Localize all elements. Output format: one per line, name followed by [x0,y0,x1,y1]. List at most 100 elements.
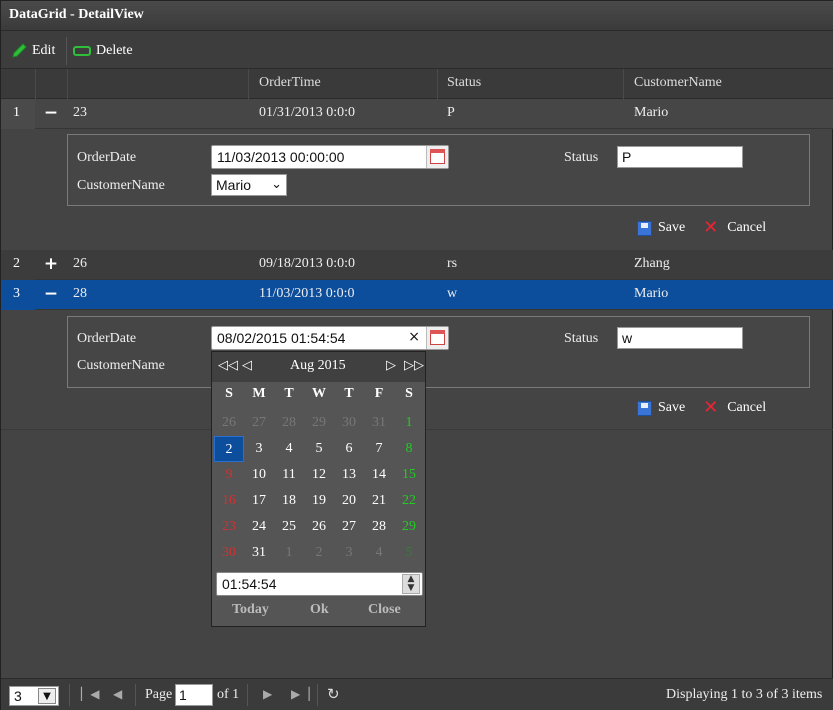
calendar-day[interactable]: 3 [334,540,364,566]
close-button[interactable]: Close [368,602,401,618]
column-header-status[interactable]: Status [447,75,481,91]
edit-button[interactable]: Edit [11,41,55,61]
refresh-icon[interactable]: ↻ [327,685,340,703]
calendar-icon[interactable] [426,327,448,349]
calendar-day[interactable]: 19 [304,488,334,514]
calendar-day[interactable]: 25 [274,514,304,540]
row-collapse-toggle[interactable]: − [35,280,67,310]
header-divider [623,69,624,99]
page-size-value: 3 [14,688,22,704]
toolbar: Edit Delete [1,31,833,69]
orderdate-input-focused[interactable]: 08/02/2015 01:54:54 × [211,326,449,350]
header-divider [437,69,438,99]
calendar-day[interactable]: 10 [244,462,274,488]
calendar-day[interactable]: 26 [214,410,244,436]
customername-label: CustomerName [77,178,165,193]
next-year-icon[interactable]: ▷▷ [404,358,424,373]
cell-id: 26 [73,256,87,271]
today-button[interactable]: Today [232,602,269,618]
calendar-day[interactable]: 28 [364,514,394,540]
cell-customername: Zhang [634,256,670,271]
ok-button[interactable]: Ok [310,602,329,618]
calendar-day-selected[interactable]: 2 [214,436,244,462]
calendar-day[interactable]: 29 [304,410,334,436]
save-button[interactable]: Save [658,220,685,236]
calendar-day[interactable]: 4 [364,540,394,566]
prev-page-icon[interactable]: ◀ [113,687,122,701]
status-input[interactable]: P [617,146,743,168]
day-of-week-label: S [225,386,233,401]
column-header-customername[interactable]: CustomerName [634,75,722,91]
day-of-week-label: W [312,386,326,401]
page-number-input[interactable]: 1 [175,684,213,706]
calendar-day[interactable]: 31 [244,540,274,566]
calendar-day[interactable]: 6 [334,436,364,462]
calendar-day[interactable]: 12 [304,462,334,488]
row-expand-toggle[interactable]: + [35,250,67,280]
cell-customername: Mario [634,286,669,301]
status-input[interactable]: w [617,327,743,349]
table-row-selected[interactable]: 3 − 28 11/03/2013 0:0:0 w Mario [1,280,833,310]
calendar-icon[interactable] [426,146,448,168]
toolbar-separator [66,37,67,65]
save-button[interactable]: Save [658,400,685,416]
calendar-day[interactable]: 22 [394,488,424,514]
calendar-day[interactable]: 18 [274,488,304,514]
cancel-button[interactable]: Cancel [727,400,766,416]
calendar-day[interactable]: 28 [274,410,304,436]
panel-title: DataGrid - DetailView [1,1,833,31]
save-icon [637,220,652,236]
calendar-day[interactable]: 31 [364,410,394,436]
last-page-icon[interactable]: ▶▕ [291,687,309,701]
calendar-day[interactable]: 5 [304,436,334,462]
calendar-day[interactable]: 24 [244,514,274,540]
calendar-day[interactable]: 4 [274,436,304,462]
column-header-ordertime[interactable]: OrderTime [259,75,321,91]
first-page-icon[interactable]: ▏◀ [81,687,99,701]
calendar-day[interactable]: 11 [274,462,304,488]
calendar-day[interactable]: 16 [214,488,244,514]
calendar-day[interactable]: 8 [394,436,424,462]
clear-icon[interactable]: × [408,329,420,345]
cancel-button[interactable]: Cancel [727,220,766,236]
orderdate-label: OrderDate [77,331,137,346]
calendar-month-title[interactable]: Aug 2015 [290,358,346,374]
calendar-day[interactable]: 26 [304,514,334,540]
customername-select[interactable]: Mario ⌄ [211,174,287,196]
calendar-day[interactable]: 5 [394,540,424,566]
calendar-day[interactable]: 3 [244,436,274,462]
next-page-icon[interactable]: ▶ [263,687,272,701]
calendar-day[interactable]: 13 [334,462,364,488]
spinner-arrows-icon[interactable]: ▲ ▼ [402,574,420,594]
prev-year-icon[interactable]: ◁◁ [218,358,238,373]
calendar-day[interactable]: 27 [334,514,364,540]
calendar-day[interactable]: 17 [244,488,274,514]
calendar-day[interactable]: 9 [214,462,244,488]
calendar-day[interactable]: 20 [334,488,364,514]
row-collapse-toggle[interactable]: − [35,99,67,129]
page-size-select[interactable]: 3 ▼ [9,686,59,706]
time-value: 01:54:54 [222,576,277,592]
calendar-day[interactable]: 2 [304,540,334,566]
edit-label: Edit [32,43,56,58]
table-row[interactable]: 1 − 23 01/31/2013 0:0:0 P Mario [1,99,833,129]
calendar-day[interactable]: 1 [274,540,304,566]
calendar-day[interactable]: 21 [364,488,394,514]
time-spinner-input[interactable]: 01:54:54 ▲ ▼ [216,572,423,596]
calendar-day[interactable]: 27 [244,410,274,436]
prev-month-icon[interactable]: ◁ [242,358,252,373]
calendar-day[interactable]: 30 [334,410,364,436]
cell-status: P [447,105,455,120]
table-row[interactable]: 2 + 26 09/18/2013 0:0:0 rs Zhang [1,250,833,280]
calendar-day[interactable]: 23 [214,514,244,540]
calendar-day[interactable]: 14 [364,462,394,488]
calendar-day[interactable]: 7 [364,436,394,462]
next-month-icon[interactable]: ▷ [386,358,396,373]
delete-label: Delete [96,43,133,58]
calendar-day[interactable]: 15 [394,462,424,488]
calendar-day[interactable]: 29 [394,514,424,540]
orderdate-input[interactable]: 11/03/2013 00:00:00 [211,145,449,169]
calendar-day[interactable]: 30 [214,540,244,566]
calendar-day[interactable]: 1 [394,410,424,436]
delete-button[interactable]: Delete [73,41,133,61]
